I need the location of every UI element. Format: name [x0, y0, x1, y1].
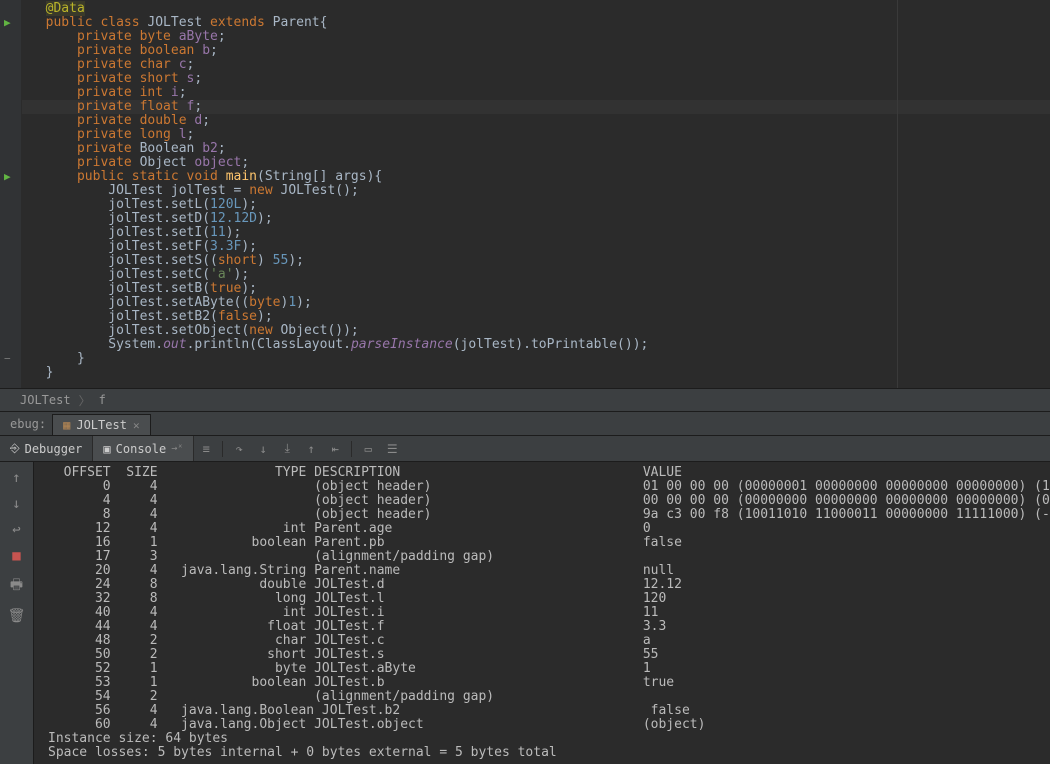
trace-icon[interactable]: ☰: [381, 438, 403, 460]
threads-icon[interactable]: ≡: [195, 438, 217, 460]
up-stack-icon[interactable]: ↑: [12, 470, 20, 486]
down-stack-icon[interactable]: ↓: [12, 496, 20, 512]
clear-icon[interactable]: 🗑: [8, 608, 26, 624]
breadcrumb-member[interactable]: f: [99, 393, 106, 407]
debugger-icon: ⎆: [10, 441, 20, 456]
debug-toolbar: ⎆ Debugger ▣ Console →ˣ ≡ ↷ ↓ ⤓ ↑ ⇤ ▭ ☰: [0, 436, 1050, 462]
breadcrumb: JOLTest 〉 f: [0, 388, 1050, 412]
tab-icon: ▦: [63, 418, 70, 432]
debug-label: ebug:: [4, 413, 52, 435]
run-gutter-icon[interactable]: ▶: [4, 16, 11, 29]
debug-run-tab[interactable]: ▦ JOLTest ✕: [52, 414, 150, 435]
console-side-toolbar: ↑ ↓ ↩ ■ 🖶 🗑: [0, 462, 34, 764]
annotation: @Data: [46, 1, 85, 16]
close-tab-icon[interactable]: ✕: [133, 419, 140, 432]
step-out-icon[interactable]: ↑: [300, 438, 322, 460]
code-editor[interactable]: @Data public class JOLTest extends Paren…: [22, 0, 1050, 388]
console-tab[interactable]: ▣ Console →ˣ: [93, 436, 194, 461]
drop-frame-icon[interactable]: ⇤: [324, 438, 346, 460]
breadcrumb-sep: 〉: [79, 392, 91, 409]
evaluate-icon[interactable]: ▭: [357, 438, 379, 460]
step-into-icon[interactable]: ↓: [252, 438, 274, 460]
debugger-tab[interactable]: ⎆ Debugger: [0, 436, 93, 461]
fold-minus-icon[interactable]: −: [4, 352, 11, 365]
soft-wrap-icon[interactable]: ↩: [12, 522, 20, 538]
console-panel: ↑ ↓ ↩ ■ 🖶 🗑 OFFSET SIZE TYPE DESCRIPTION…: [0, 462, 1050, 764]
force-step-into-icon[interactable]: ⤓: [276, 438, 298, 460]
console-icon: ▣: [103, 442, 110, 456]
run-main-gutter-icon[interactable]: ▶: [4, 170, 11, 183]
right-margin-line: [897, 0, 898, 388]
console-output[interactable]: OFFSET SIZE TYPE DESCRIPTION VALUE 0 4 (…: [34, 462, 1050, 764]
pin-icon[interactable]: →ˣ: [171, 443, 183, 454]
stop-icon[interactable]: ■: [12, 548, 20, 564]
editor-pane: ▶ ▶ − @Data public class JOLTest extends…: [0, 0, 1050, 388]
breadcrumb-class[interactable]: JOLTest: [20, 393, 71, 407]
step-over-icon[interactable]: ↷: [228, 438, 250, 460]
print-icon[interactable]: 🖶: [10, 574, 23, 598]
debug-tool-window-header: ebug: ▦ JOLTest ✕: [0, 412, 1050, 436]
editor-gutter: ▶ ▶ −: [0, 0, 22, 388]
